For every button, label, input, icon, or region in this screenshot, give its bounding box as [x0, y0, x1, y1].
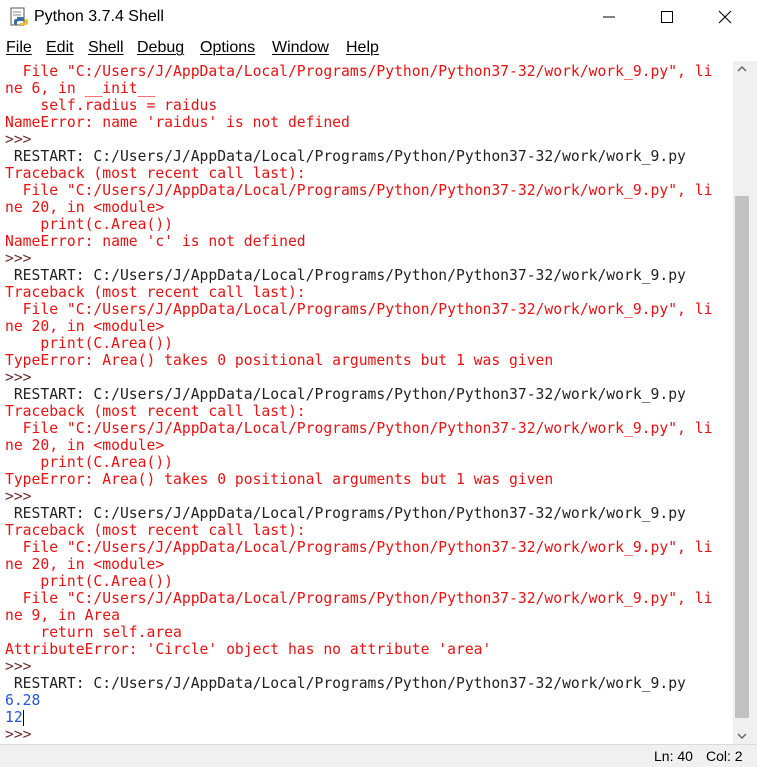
scroll-up-button[interactable] — [733, 61, 751, 78]
shell-line: >>> — [5, 488, 32, 505]
window-frame-edge — [751, 61, 757, 767]
status-bar: Ln: 40 Col: 2 — [0, 744, 757, 767]
menu-shell[interactable]: Shell — [88, 36, 124, 60]
shell-line: ne 9, in Area — [5, 607, 120, 624]
menu-file[interactable]: File — [6, 36, 32, 60]
shell-line: print(c.Area()) — [5, 216, 174, 233]
shell-line: File "C:/Users/J/AppData/Local/Programs/… — [5, 539, 713, 556]
shell-line: 12 — [5, 709, 23, 726]
maximize-button[interactable] — [638, 0, 696, 33]
shell-line: >>> — [5, 131, 32, 148]
shell-line: RESTART: C:/Users/J/AppData/Local/Progra… — [5, 267, 686, 284]
shell-line: ne 20, in <module> — [5, 437, 165, 454]
shell-output-area[interactable]: File "C:/Users/J/AppData/Local/Programs/… — [0, 61, 733, 744]
idle-shell-window: Python 3.7.4 Shell File Edit Shell Debug… — [0, 0, 757, 767]
shell-line: ne 20, in <module> — [5, 199, 165, 216]
shell-line: Traceback (most recent call last): — [5, 522, 306, 539]
text-cursor — [23, 710, 24, 726]
status-line-number: Ln: 40 — [654, 748, 693, 764]
shell-line: Traceback (most recent call last): — [5, 284, 306, 301]
shell-line: File "C:/Users/J/AppData/Local/Programs/… — [5, 301, 713, 318]
maximize-icon — [661, 11, 673, 23]
title-bar[interactable]: Python 3.7.4 Shell — [0, 0, 757, 34]
shell-line: self.radius = raidus — [5, 97, 218, 114]
shell-line: print(C.Area()) — [5, 573, 174, 590]
menu-window[interactable]: Window — [272, 36, 329, 60]
window-title: Python 3.7.4 Shell — [34, 8, 164, 25]
shell-line: print(C.Area()) — [5, 454, 174, 471]
shell-line: ne 6, in __init__ — [5, 80, 156, 97]
shell-line: print(C.Area()) — [5, 335, 174, 352]
shell-line: Traceback (most recent call last): — [5, 403, 306, 420]
close-button[interactable] — [696, 0, 754, 33]
close-icon — [718, 10, 732, 24]
shell-line: Traceback (most recent call last): — [5, 165, 306, 182]
scrollbar-thumb[interactable] — [735, 196, 749, 718]
python-idle-icon — [10, 7, 28, 26]
shell-line: NameError: name 'raidus' is not defined — [5, 114, 350, 131]
shell-line: return self.area — [5, 624, 182, 641]
shell-line: TypeError: Area() takes 0 positional arg… — [5, 471, 554, 488]
chevron-up-icon — [737, 66, 747, 72]
vertical-scrollbar[interactable] — [733, 61, 751, 744]
shell-line: ne 20, in <module> — [5, 556, 165, 573]
menu-bar: File Edit Shell Debug Options Window Hel… — [0, 36, 757, 60]
shell-line: RESTART: C:/Users/J/AppData/Local/Progra… — [5, 505, 686, 522]
shell-line: RESTART: C:/Users/J/AppData/Local/Progra… — [5, 386, 686, 403]
shell-line: >>> — [5, 250, 32, 267]
shell-line: 6.28 — [5, 692, 41, 709]
shell-line: File "C:/Users/J/AppData/Local/Programs/… — [5, 182, 713, 199]
minimize-icon — [603, 16, 615, 18]
scroll-down-button[interactable] — [733, 727, 751, 744]
status-column-number: Col: 2 — [706, 748, 743, 764]
menu-help[interactable]: Help — [346, 36, 379, 60]
menu-debug[interactable]: Debug — [137, 36, 184, 60]
shell-line: TypeError: Area() takes 0 positional arg… — [5, 352, 554, 369]
chevron-down-icon — [737, 733, 747, 739]
menu-options[interactable]: Options — [200, 36, 255, 60]
shell-line: >>> — [5, 658, 32, 675]
shell-line: File "C:/Users/J/AppData/Local/Programs/… — [5, 590, 713, 607]
shell-line: ne 20, in <module> — [5, 318, 165, 335]
shell-line: >>> — [5, 369, 32, 386]
menu-edit[interactable]: Edit — [46, 36, 74, 60]
shell-line: >>> — [5, 726, 32, 743]
shell-line: RESTART: C:/Users/J/AppData/Local/Progra… — [5, 675, 686, 692]
shell-line: NameError: name 'c' is not defined — [5, 233, 306, 250]
minimize-button[interactable] — [580, 0, 638, 33]
shell-line: File "C:/Users/J/AppData/Local/Programs/… — [5, 420, 713, 437]
shell-line: RESTART: C:/Users/J/AppData/Local/Progra… — [5, 148, 686, 165]
shell-line: File "C:/Users/J/AppData/Local/Programs/… — [5, 63, 713, 80]
shell-line: AttributeError: 'Circle' object has no a… — [5, 641, 492, 658]
